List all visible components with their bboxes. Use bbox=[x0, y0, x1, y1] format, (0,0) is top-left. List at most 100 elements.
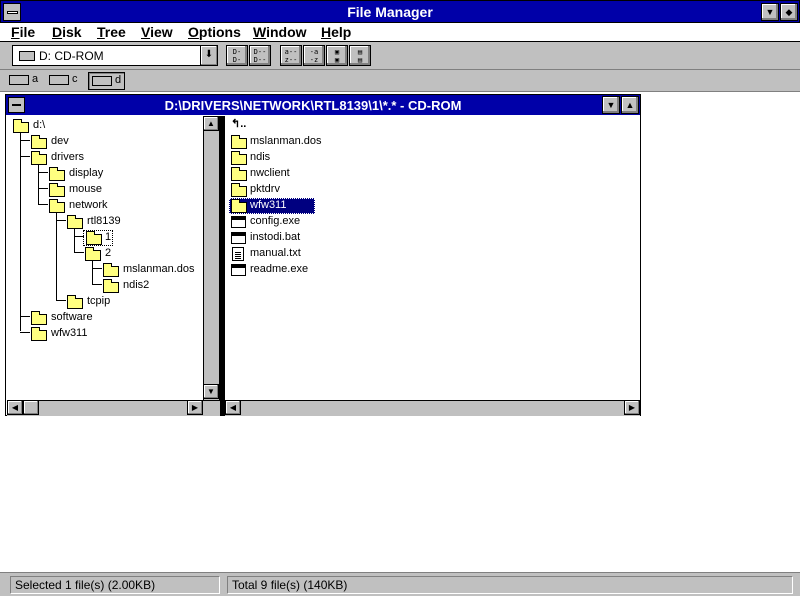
scroll-down-button[interactable]: ▼ bbox=[203, 384, 219, 399]
scroll-left-button[interactable]: ◀ bbox=[7, 400, 23, 415]
tree-vertical-scrollbar[interactable]: ▲ ▼ bbox=[203, 116, 219, 400]
tree-horizontal-scrollbar[interactable]: ◀ ▶ bbox=[7, 400, 220, 416]
window-system-menu-button[interactable] bbox=[8, 97, 25, 113]
tree-line bbox=[20, 128, 21, 331]
file-item-label: instodi.bat bbox=[250, 231, 301, 243]
folder-icon bbox=[31, 327, 47, 341]
menu-help[interactable]: Help bbox=[321, 24, 351, 40]
sort-by-type-icon: -a -z bbox=[309, 48, 319, 64]
copy-disk-icon: ▣ ▣ bbox=[334, 48, 340, 64]
directory-window-title-bar[interactable]: D:\DRIVERS\NETWORK\RTL8139\1\*.* - CD-RO… bbox=[6, 95, 640, 115]
arrow-down-icon: ▼ bbox=[207, 387, 215, 396]
menu-window[interactable]: Window bbox=[253, 24, 307, 40]
menu-file[interactable]: File bbox=[11, 24, 35, 40]
scroll-up-button[interactable]: ▲ bbox=[203, 116, 219, 131]
scroll-right-button[interactable]: ▶ bbox=[624, 400, 640, 415]
menu-options[interactable]: Options bbox=[188, 24, 241, 40]
floppy-drive-icon bbox=[9, 75, 29, 85]
tree-item-label: software bbox=[51, 311, 93, 323]
arrow-up-icon: ▲ bbox=[207, 119, 215, 128]
folder-icon bbox=[231, 151, 247, 165]
scroll-left-button[interactable]: ◀ bbox=[225, 400, 241, 415]
tree-line bbox=[74, 252, 84, 253]
disconnect-network-drive-icon: D-- D-- bbox=[253, 48, 267, 64]
tree-item-label: mslanman.dos bbox=[123, 263, 195, 275]
folder-icon bbox=[103, 263, 119, 277]
tree-line bbox=[56, 210, 57, 301]
dropdown-arrow-icon[interactable]: ⬇ bbox=[200, 46, 217, 65]
tree-item-label: dev bbox=[51, 135, 69, 147]
folder-open-icon bbox=[85, 247, 101, 261]
sort-by-type-button[interactable]: -a -z bbox=[303, 45, 325, 66]
arrow-left-icon: ◀ bbox=[11, 403, 19, 412]
sort-by-name-button[interactable]: a-- z-- bbox=[280, 45, 302, 66]
cdrom-drive-icon bbox=[92, 76, 112, 86]
arrow-right-icon: ▶ bbox=[628, 403, 636, 412]
tree-line bbox=[56, 220, 66, 221]
tree-item-label: tcpip bbox=[87, 295, 111, 307]
directory-tree-pane[interactable]: d:\ dev drivers display mouse network rt… bbox=[7, 116, 220, 416]
toolbar: D: CD-ROM ⬇ D-D-D-D- D--D-- a--z-- -a-z … bbox=[0, 42, 800, 70]
menu-view[interactable]: View bbox=[141, 24, 173, 40]
file-horizontal-scrollbar[interactable]: ◀ ▶ bbox=[225, 400, 640, 416]
system-menu-icon bbox=[7, 11, 18, 14]
system-menu-button[interactable] bbox=[3, 3, 21, 21]
folder-icon bbox=[231, 167, 247, 181]
tree-item-label: display bbox=[69, 167, 104, 179]
file-item-label: pktdrv bbox=[250, 183, 280, 195]
drive-c[interactable]: c bbox=[46, 72, 81, 90]
menu-bar: File Disk Tree View Options Window Help bbox=[0, 23, 800, 42]
file-item-label: readme.exe bbox=[250, 263, 309, 275]
drive-d[interactable]: d bbox=[88, 72, 126, 90]
minimize-icon: ▼ bbox=[606, 100, 616, 110]
status-bar: Selected 1 file(s) (2.00KB) Total 9 file… bbox=[0, 572, 800, 596]
file-item-label: config.exe bbox=[250, 215, 301, 227]
program-file-icon bbox=[231, 232, 246, 244]
tree-line bbox=[20, 156, 30, 157]
drive-bar: a c d bbox=[0, 70, 800, 92]
document-file-icon bbox=[232, 247, 244, 261]
folder-icon bbox=[49, 167, 65, 181]
drive-a[interactable]: a bbox=[6, 72, 41, 90]
app-title: File Manager bbox=[347, 4, 433, 20]
tree-line bbox=[38, 162, 39, 205]
tree-line bbox=[20, 316, 30, 317]
directory-window: D:\DRIVERS\NETWORK\RTL8139\1\*.* - CD-RO… bbox=[5, 94, 641, 416]
drive-selector-value: D: CD-ROM bbox=[39, 49, 104, 63]
file-list-pane[interactable]: ↰.. mslanman.dos ndis nwclient pktdrv wf… bbox=[225, 116, 640, 416]
window-minimize-button[interactable]: ▼ bbox=[602, 96, 620, 114]
tree-line bbox=[92, 284, 102, 285]
tree-item-label: 1 bbox=[105, 231, 112, 243]
menu-tree[interactable]: Tree bbox=[97, 24, 126, 40]
tree-line bbox=[92, 268, 102, 269]
tree-line bbox=[74, 226, 75, 253]
properties-button[interactable]: ▤ ▤ bbox=[349, 45, 371, 66]
scroll-thumb[interactable] bbox=[23, 400, 39, 415]
menu-disk[interactable]: Disk bbox=[52, 24, 82, 40]
folder-icon bbox=[231, 135, 247, 149]
tree-item-label: wfw311 bbox=[51, 327, 88, 339]
copy-disk-button[interactable]: ▣ ▣ bbox=[326, 45, 348, 66]
cdrom-drive-icon bbox=[19, 51, 35, 61]
drive-selector[interactable]: D: CD-ROM ⬇ bbox=[12, 45, 218, 66]
minimize-button[interactable]: ▼ bbox=[761, 3, 779, 21]
window-maximize-button[interactable]: ▲ bbox=[621, 96, 639, 114]
drive-letter: a bbox=[32, 72, 39, 85]
program-file-icon bbox=[231, 216, 246, 228]
scroll-right-button[interactable]: ▶ bbox=[187, 400, 203, 415]
maximize-button[interactable]: ◆ bbox=[780, 3, 798, 21]
tree-item-label: d:\ bbox=[33, 119, 46, 131]
arrow-right-icon: ▶ bbox=[191, 403, 199, 412]
tree-item-label: network bbox=[69, 199, 108, 211]
status-total: Total 9 file(s) (140KB) bbox=[227, 576, 793, 594]
connect-network-drive-button[interactable]: D-D-D-D- bbox=[226, 45, 248, 66]
folder-icon bbox=[103, 279, 119, 293]
maximize-icon: ▲ bbox=[625, 100, 635, 110]
tree-item-label: drivers bbox=[51, 151, 85, 163]
connect-network-drive-icon: D-D-D-D- bbox=[232, 48, 242, 65]
tree-line bbox=[38, 188, 48, 189]
folder-icon bbox=[31, 135, 47, 149]
folder-icon bbox=[231, 183, 247, 197]
file-item-label: ndis bbox=[250, 151, 271, 163]
disconnect-network-drive-button[interactable]: D-- D-- bbox=[249, 45, 271, 66]
